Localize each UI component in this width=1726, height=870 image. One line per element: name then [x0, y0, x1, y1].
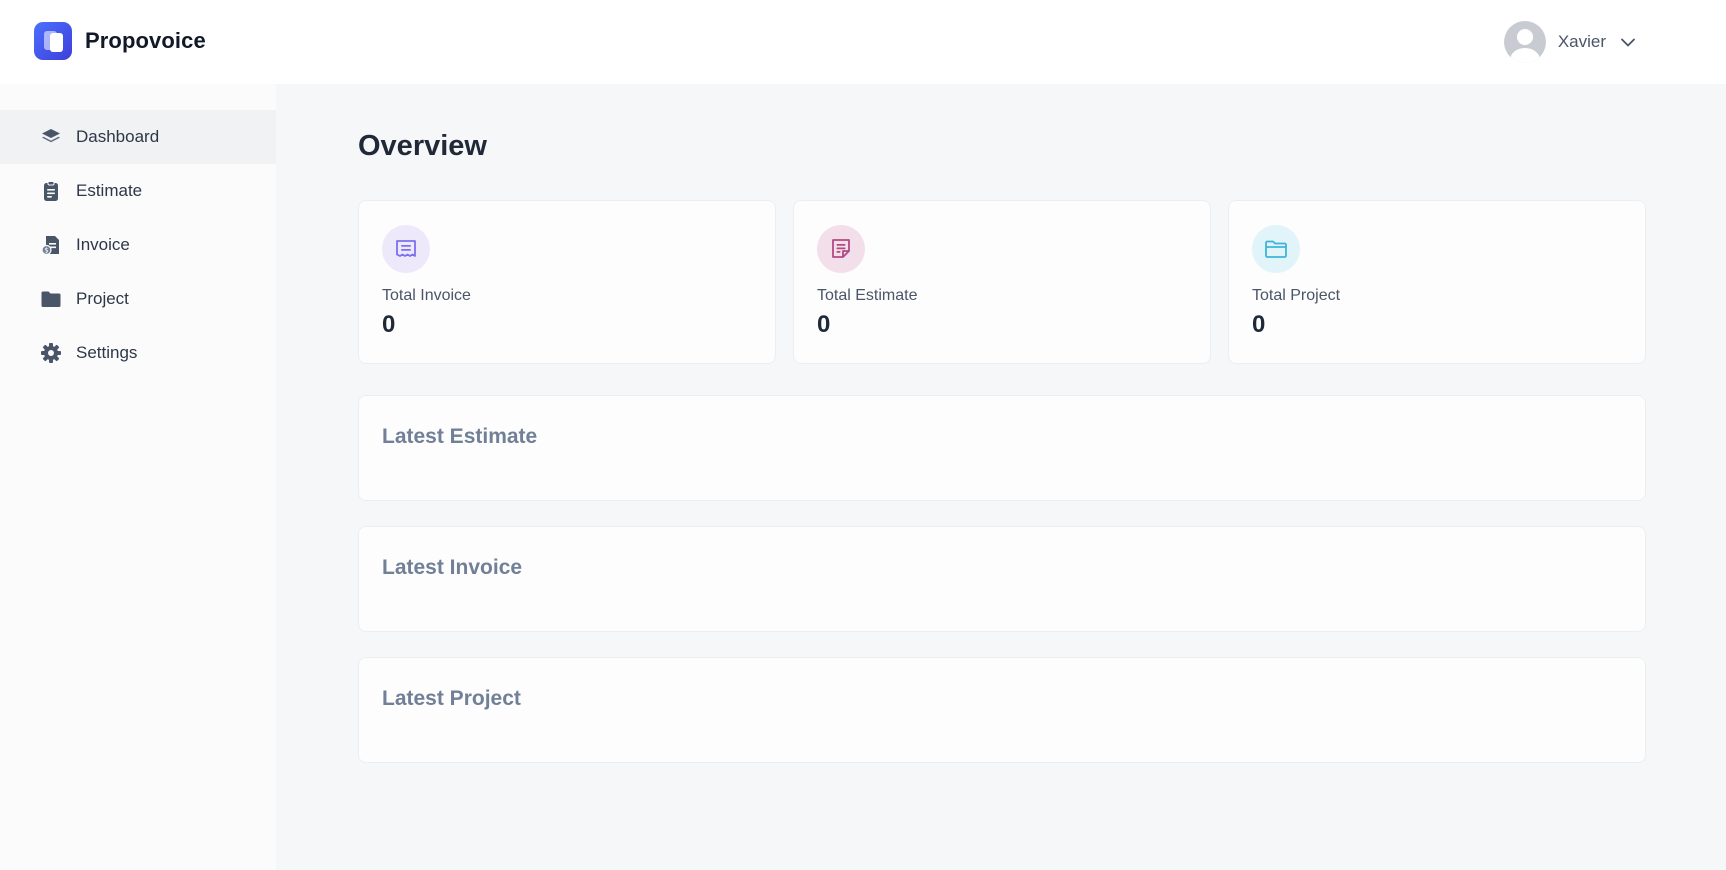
app-root: Propovoice Xavier Dashboard Estimate $ I…: [0, 0, 1726, 870]
sidebar-item-estimate[interactable]: Estimate: [0, 164, 276, 218]
stat-label: Total Invoice: [382, 287, 471, 304]
top-bar: Propovoice Xavier: [0, 0, 1726, 84]
latest-project-panel: Latest Project: [358, 657, 1646, 763]
folder-icon: [40, 288, 62, 310]
avatar[interactable]: [1503, 21, 1546, 63]
stat-card-total-estimate: Total Estimate 0: [793, 200, 1211, 364]
page-title: Overview: [358, 130, 487, 162]
sidebar-item-dashboard[interactable]: Dashboard: [0, 110, 276, 164]
dashboard-icon: [40, 126, 62, 148]
sidebar-item-label: Estimate: [76, 181, 143, 200]
section-title: Latest Estimate: [382, 425, 538, 448]
sidebar-item-label: Invoice: [76, 235, 130, 254]
propovoice-logo-icon: [34, 22, 72, 60]
brand-name: Propovoice: [85, 28, 206, 53]
user-name: Xavier: [1557, 32, 1606, 51]
stat-label: Total Project: [1252, 287, 1341, 304]
stat-value: 0: [382, 311, 396, 338]
latest-estimate-panel: Latest Estimate: [358, 395, 1646, 501]
stat-card-total-invoice: Total Invoice 0: [358, 200, 776, 364]
latest-invoice-panel: Latest Invoice: [358, 526, 1646, 632]
user-menu[interactable]: Xavier: [1503, 21, 1638, 63]
brand[interactable]: Propovoice: [34, 22, 206, 60]
sidebar: Dashboard Estimate $ Invoice Project Set…: [0, 84, 276, 870]
gear-icon: [40, 342, 62, 364]
chevron-down-icon[interactable]: [1618, 32, 1638, 52]
svg-text:$: $: [44, 247, 48, 255]
sidebar-item-settings[interactable]: Settings: [0, 326, 276, 380]
section-title: Latest Invoice: [382, 556, 523, 579]
section-title: Latest Project: [382, 687, 521, 710]
stat-label: Total Estimate: [817, 287, 918, 304]
sidebar-item-project[interactable]: Project: [0, 272, 276, 326]
sidebar-item-label: Dashboard: [76, 127, 160, 146]
main-content: Overview Total Invoice 0 Total Estimate …: [276, 84, 1726, 870]
sidebar-item-label: Project: [76, 289, 129, 308]
receipt-icon: [382, 225, 430, 273]
sidebar-item-label: Settings: [76, 343, 138, 362]
note-icon: [817, 225, 865, 273]
stat-value: 0: [817, 311, 831, 338]
folder-icon: [1252, 225, 1300, 273]
stat-value: 0: [1252, 311, 1266, 338]
stat-card-total-project: Total Project 0: [1228, 200, 1646, 364]
clipboard-icon: [40, 180, 62, 202]
sidebar-item-invoice[interactable]: $ Invoice: [0, 218, 276, 272]
invoice-icon: $: [40, 234, 62, 256]
